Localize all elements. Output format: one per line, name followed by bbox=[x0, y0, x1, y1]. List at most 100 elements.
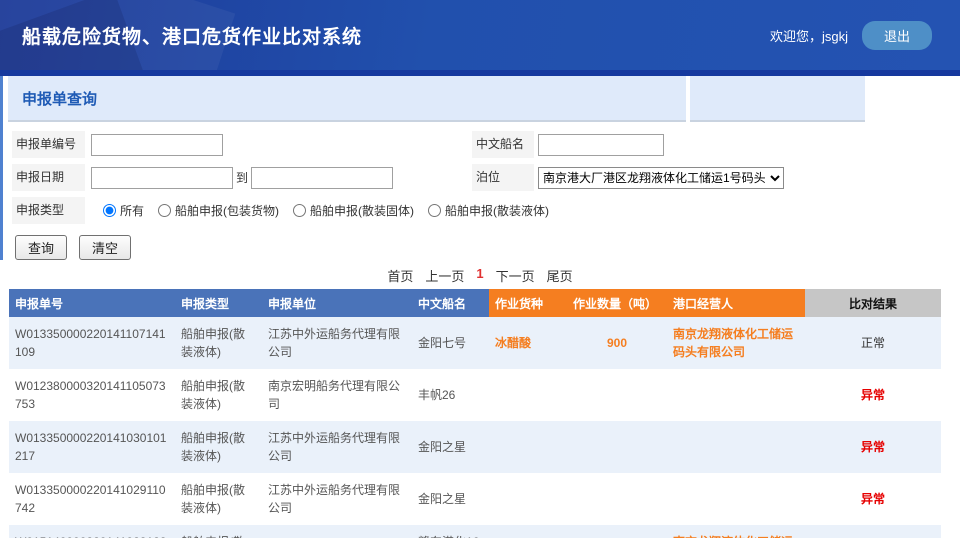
clear-button[interactable]: 清空 bbox=[79, 235, 131, 260]
radio-bulk-liquid-input[interactable] bbox=[428, 204, 441, 217]
cell-declaration-unit: 南京宏明船务代理有限公司 bbox=[262, 369, 412, 421]
cell-declaration-type: 船舶申报(散装液体) bbox=[175, 369, 262, 421]
col-ship-name: 中文船名 bbox=[412, 289, 489, 317]
form-row-3: 申报类型 所有 船舶申报(包装货物) 船舶申报(散装固体) 船舶申报(散装液体) bbox=[12, 194, 960, 227]
date-from-input[interactable] bbox=[91, 167, 233, 189]
radio-all-input[interactable] bbox=[103, 204, 116, 217]
cell-declaration-unit: 江苏中外运船务代理有限公司 bbox=[262, 473, 412, 525]
ship-name-input[interactable] bbox=[538, 134, 664, 156]
cell-declaration-unit: 江苏中外运船务代理有限公司 bbox=[262, 421, 412, 473]
cell-cargo-quantity bbox=[567, 369, 667, 421]
cell-ship-name: 金阳之星 bbox=[412, 473, 489, 525]
cell-declaration-no: W012380000320141105073753 bbox=[9, 369, 175, 421]
tab-declaration-query-label: 申报单查询 bbox=[8, 88, 97, 109]
cell-compare-result: 异常 bbox=[805, 369, 941, 421]
declare-type-label: 申报类型 bbox=[12, 197, 85, 224]
ship-name-label: 中文船名 bbox=[472, 131, 534, 158]
cell-declaration-type: 船舶申报(散装液体) bbox=[175, 473, 262, 525]
col-compare-result: 比对结果 bbox=[805, 289, 941, 317]
cell-declaration-unit: 江苏中外运船务代理有限公司 bbox=[262, 317, 412, 369]
cell-cargo-quantity: 900 bbox=[567, 317, 667, 369]
cell-ship-name: 丰帆26 bbox=[412, 369, 489, 421]
declaration-no-label: 申报单编号 bbox=[12, 131, 85, 158]
cell-cargo-type bbox=[489, 473, 567, 525]
form-row-1: 申报单编号 中文船名 bbox=[12, 128, 960, 161]
welcome-text: 欢迎您，jsgkj bbox=[770, 26, 848, 45]
query-form: 申报单编号 中文船名 申报日期 到 泊位 南京港大厂港区龙翔液体化工储运1号码头… bbox=[0, 122, 960, 260]
tab-bar: 申报单查询 bbox=[0, 76, 960, 122]
cell-declaration-unit: 江西东港航运有限公司 bbox=[262, 525, 412, 538]
declare-type-radio-group: 所有 船舶申报(包装货物) 船舶申报(散装固体) 船舶申报(散装液体) bbox=[103, 202, 549, 219]
page-last[interactable]: 尾页 bbox=[547, 266, 573, 285]
cell-compare-result: 异常 bbox=[805, 473, 941, 525]
table-header-row: 申报单号 申报类型 申报单位 中文船名 作业货种 作业数量（吨） 港口经营人 比… bbox=[9, 289, 941, 317]
cell-cargo-quantity: 600 bbox=[567, 525, 667, 538]
col-declaration-type: 申报类型 bbox=[175, 289, 262, 317]
cell-port-operator: 南京龙翔液体化工储运码头有限公司 bbox=[667, 525, 805, 538]
col-declaration-no: 申报单号 bbox=[9, 289, 175, 317]
table-row[interactable]: W013350000220141030101217 船舶申报(散装液体) 江苏中… bbox=[9, 421, 941, 473]
results-table: 申报单号 申报类型 申报单位 中文船名 作业货种 作业数量（吨） 港口经营人 比… bbox=[9, 289, 941, 538]
cell-port-operator bbox=[667, 421, 805, 473]
table-row[interactable]: W012380000320141105073753 船舶申报(散装液体) 南京宏… bbox=[9, 369, 941, 421]
radio-bulk-liquid-label: 船舶申报(散装液体) bbox=[445, 202, 549, 219]
app-title: 船载危险货物、港口危货作业比对系统 bbox=[22, 22, 362, 49]
cell-declaration-type: 船舶申报(散装液体) bbox=[175, 525, 262, 538]
berth-label: 泊位 bbox=[472, 164, 534, 191]
berth-select[interactable]: 南京港大厂港区龙翔液体化工储运1号码头 bbox=[538, 167, 784, 189]
page-prev[interactable]: 上一页 bbox=[425, 266, 464, 285]
radio-bulk-solid-input[interactable] bbox=[293, 204, 306, 217]
date-to-input[interactable] bbox=[251, 167, 393, 189]
cell-ship-name: 金阳七号 bbox=[412, 317, 489, 369]
radio-packaged-goods[interactable]: 船舶申报(包装货物) bbox=[158, 202, 279, 219]
page-next[interactable]: 下一页 bbox=[496, 266, 535, 285]
table-row[interactable]: W013350000220141029110742 船舶申报(散装液体) 江苏中… bbox=[9, 473, 941, 525]
cell-declaration-type: 船舶申报(散装液体) bbox=[175, 421, 262, 473]
form-buttons: 查询 清空 bbox=[15, 235, 960, 260]
declare-date-label: 申报日期 bbox=[12, 164, 85, 191]
table-row[interactable]: W015140000220141028122151 船舶申报(散装液体) 江西东… bbox=[9, 525, 941, 538]
radio-bulk-solid[interactable]: 船舶申报(散装固体) bbox=[293, 202, 414, 219]
tab-empty-block bbox=[690, 76, 865, 122]
cell-cargo-quantity bbox=[567, 421, 667, 473]
col-cargo-quantity: 作业数量（吨） bbox=[567, 289, 667, 317]
cell-compare-result: 正常 bbox=[805, 525, 941, 538]
radio-all[interactable]: 所有 bbox=[103, 202, 144, 219]
radio-bulk-solid-label: 船舶申报(散装固体) bbox=[310, 202, 414, 219]
declaration-no-input[interactable] bbox=[91, 134, 223, 156]
page-first[interactable]: 首页 bbox=[387, 266, 413, 285]
cell-compare-result: 正常 bbox=[805, 317, 941, 369]
col-cargo-type: 作业货种 bbox=[489, 289, 567, 317]
cell-port-operator bbox=[667, 369, 805, 421]
date-to-separator: 到 bbox=[236, 169, 248, 186]
cell-declaration-type: 船舶申报(散装液体) bbox=[175, 317, 262, 369]
cell-declaration-no: W013350000220141030101217 bbox=[9, 421, 175, 473]
col-port-operator: 港口经营人 bbox=[667, 289, 805, 317]
cell-ship-name: 金阳之星 bbox=[412, 421, 489, 473]
cell-port-operator: 南京龙翔液体化工储运码头有限公司 bbox=[667, 317, 805, 369]
cell-cargo-type bbox=[489, 369, 567, 421]
query-button[interactable]: 查询 bbox=[15, 235, 67, 260]
radio-bulk-liquid[interactable]: 船舶申报(散装液体) bbox=[428, 202, 549, 219]
cell-port-operator bbox=[667, 473, 805, 525]
header-user-area: 欢迎您，jsgkj 退出 bbox=[770, 21, 932, 50]
page-current: 1 bbox=[476, 266, 483, 285]
pagination: 首页 上一页 1 下一页 尾页 bbox=[0, 266, 960, 285]
cell-cargo-type: 甲醇 bbox=[489, 525, 567, 538]
logout-button[interactable]: 退出 bbox=[862, 21, 932, 50]
radio-all-label: 所有 bbox=[120, 202, 144, 219]
app-header: 船载危险货物、港口危货作业比对系统 欢迎您，jsgkj 退出 bbox=[0, 0, 960, 70]
cell-declaration-no: W015140000220141028122151 bbox=[9, 525, 175, 538]
cell-declaration-no: W013350000220141029110742 bbox=[9, 473, 175, 525]
radio-packaged-goods-input[interactable] bbox=[158, 204, 171, 217]
cell-cargo-type: 冰醋酸 bbox=[489, 317, 567, 369]
tab-declaration-query[interactable]: 申报单查询 bbox=[8, 76, 686, 122]
cell-cargo-type bbox=[489, 421, 567, 473]
table-row[interactable]: W013350000220141107141109 船舶申报(散装液体) 江苏中… bbox=[9, 317, 941, 369]
cell-compare-result: 异常 bbox=[805, 421, 941, 473]
col-declaration-unit: 申报单位 bbox=[262, 289, 412, 317]
radio-packaged-goods-label: 船舶申报(包装货物) bbox=[175, 202, 279, 219]
cell-cargo-quantity bbox=[567, 473, 667, 525]
cell-ship-name: 赣东港化166 bbox=[412, 525, 489, 538]
form-row-2: 申报日期 到 泊位 南京港大厂港区龙翔液体化工储运1号码头 bbox=[12, 161, 960, 194]
